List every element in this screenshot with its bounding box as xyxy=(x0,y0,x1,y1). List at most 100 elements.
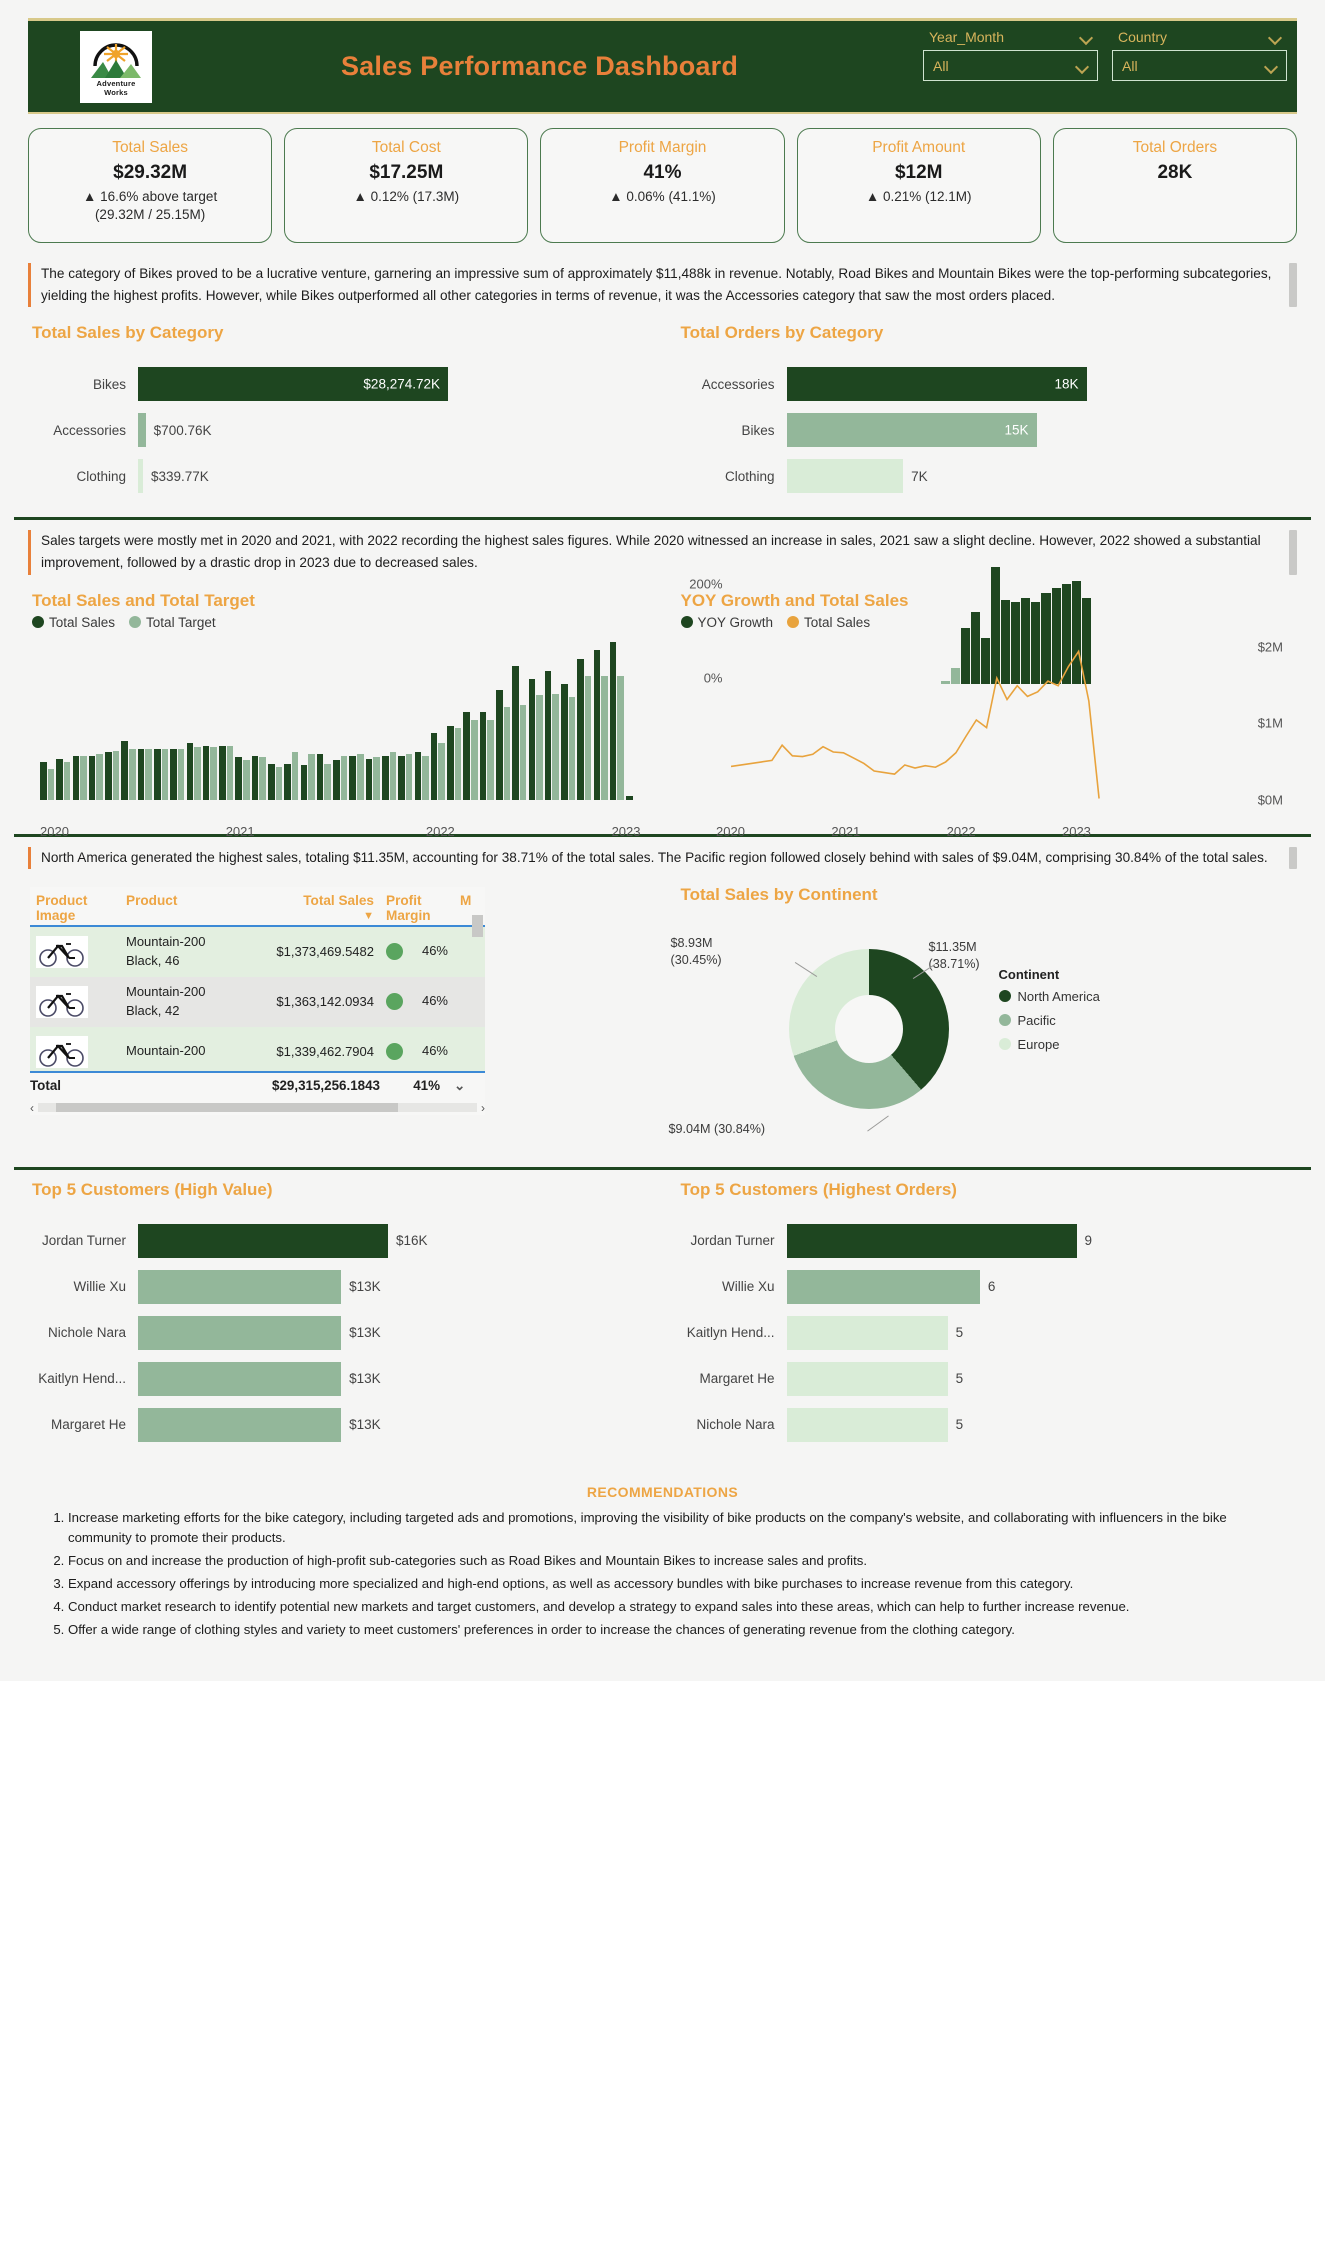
bar-row[interactable]: Accessories $700.76K xyxy=(30,407,647,453)
bar-group[interactable] xyxy=(170,642,185,800)
slicer-year-month[interactable]: Year_Month All xyxy=(923,27,1098,81)
legend-item[interactable]: Total Sales xyxy=(32,615,115,630)
bar-group[interactable] xyxy=(219,642,234,800)
kpi-card-profit-margin[interactable]: Profit Margin 41% ▲ 0.06% (41.1%) xyxy=(540,128,785,244)
bar-group[interactable] xyxy=(365,642,380,800)
bar-row[interactable]: Jordan Turner $16K xyxy=(30,1218,647,1264)
bar-group[interactable] xyxy=(251,642,266,800)
bar[interactable] xyxy=(138,1315,342,1350)
bar[interactable]: $28,274.72K xyxy=(138,367,448,402)
bar-group[interactable] xyxy=(349,642,364,800)
bar[interactable] xyxy=(786,1223,1077,1258)
slicer-year-month-dropdown[interactable]: All xyxy=(923,50,1098,81)
bar[interactable]: 18K xyxy=(786,367,1087,402)
bar-row[interactable]: Willie Xu 6 xyxy=(679,1264,1296,1310)
bar-group[interactable] xyxy=(186,642,201,800)
chevron-down-icon[interactable] xyxy=(1080,31,1092,43)
bar[interactable] xyxy=(786,1269,980,1304)
bar-row[interactable]: Margaret He 5 xyxy=(679,1356,1296,1402)
bar-group[interactable] xyxy=(430,642,445,800)
bar-row[interactable]: Nichole Nara $13K xyxy=(30,1310,647,1356)
column-header-product[interactable]: Product xyxy=(120,893,240,923)
bar[interactable] xyxy=(786,459,904,494)
bar-group[interactable] xyxy=(300,642,315,800)
bar[interactable] xyxy=(786,1407,948,1442)
bar-group[interactable] xyxy=(561,642,576,800)
kpi-card-total-cost[interactable]: Total Cost $17.25M ▲ 0.12% (17.3M) xyxy=(284,128,529,244)
bar-group[interactable] xyxy=(284,642,299,800)
kpi-card-total-sales[interactable]: Total Sales $29.32M ▲ 16.6% above target… xyxy=(28,128,273,244)
donut-legend-item[interactable]: North America xyxy=(998,989,1100,1004)
bar-group[interactable] xyxy=(447,642,462,800)
bar-row[interactable]: Jordan Turner 9 xyxy=(679,1218,1296,1264)
bar-row[interactable]: Bikes 15K xyxy=(679,407,1296,453)
bar-group[interactable] xyxy=(137,642,152,800)
bar[interactable] xyxy=(786,1315,948,1350)
bar-group[interactable] xyxy=(333,642,348,800)
bar-row[interactable]: Kaitlyn Hend... 5 xyxy=(679,1310,1296,1356)
bar-group[interactable] xyxy=(154,642,169,800)
bar-group[interactable] xyxy=(495,642,511,800)
bar-row[interactable]: Accessories 18K xyxy=(679,361,1296,407)
donut-legend-item[interactable]: Europe xyxy=(998,1037,1100,1052)
insight-scrollbar[interactable] xyxy=(1289,530,1297,575)
bar-group[interactable] xyxy=(88,642,104,800)
bar[interactable] xyxy=(138,1269,342,1304)
bar-group[interactable] xyxy=(121,642,136,800)
legend-item[interactable]: YOY Growth xyxy=(680,615,773,630)
column-header-total-sales[interactable]: Total Sales ▼ xyxy=(240,893,380,923)
bar-group[interactable] xyxy=(512,642,527,800)
bar-group[interactable] xyxy=(626,642,640,800)
bar-group[interactable] xyxy=(381,642,397,800)
bar-row[interactable]: Clothing $339.77K xyxy=(30,453,647,499)
column-header-profit-margin[interactable]: Profit Margin xyxy=(380,893,454,923)
scroll-track[interactable] xyxy=(38,1103,477,1113)
kpi-card-total-orders[interactable]: Total Orders 28K xyxy=(1052,128,1298,244)
bar-row[interactable]: Margaret He $13K xyxy=(30,1402,647,1448)
table-horizontal-scrollbar[interactable]: ‹ › xyxy=(30,1099,485,1115)
bar-group[interactable] xyxy=(235,642,250,800)
bar-row[interactable]: Kaitlyn Hend... $13K xyxy=(30,1356,647,1402)
bar[interactable] xyxy=(138,413,146,448)
bar[interactable] xyxy=(138,1361,342,1396)
bar[interactable] xyxy=(786,1361,948,1396)
bar-row[interactable]: Willie Xu $13K xyxy=(30,1264,647,1310)
table-row[interactable]: Mountain-200 $1,339,462.7904 46% xyxy=(30,1026,485,1071)
bar-group[interactable] xyxy=(593,642,608,800)
chevron-down-icon[interactable] xyxy=(1269,31,1281,43)
bar-group[interactable] xyxy=(609,641,625,800)
table-row[interactable]: Mountain-200 Black, 42 $1,363,142.0934 46% xyxy=(30,976,485,1027)
chevron-down-icon[interactable] xyxy=(1265,60,1277,72)
legend-item[interactable]: Total Target xyxy=(129,615,216,630)
bar-group[interactable] xyxy=(398,642,413,800)
kpi-card-profit-amount[interactable]: Profit Amount $12M ▲ 0.21% (12.1M) xyxy=(796,128,1041,244)
column-header-product-image[interactable]: Product Image xyxy=(30,893,120,923)
bar-group[interactable] xyxy=(105,642,120,800)
scroll-right-icon[interactable]: › xyxy=(481,1101,485,1115)
bar-group[interactable] xyxy=(56,642,71,800)
table-row[interactable]: Mountain-200 Black, 46 $1,373,469.5482 46% xyxy=(30,926,485,977)
bar-group[interactable] xyxy=(479,642,494,800)
bar-row[interactable]: Nichole Nara 5 xyxy=(679,1402,1296,1448)
bar[interactable] xyxy=(138,1223,388,1258)
slicer-country[interactable]: Country All xyxy=(1112,27,1287,81)
donut-legend-item[interactable]: Pacific xyxy=(998,1013,1100,1028)
bar-row[interactable]: Clothing 7K xyxy=(679,453,1296,499)
insight-scrollbar[interactable] xyxy=(1289,846,1297,869)
bar-group[interactable] xyxy=(268,642,283,800)
legend-item[interactable]: Total Sales xyxy=(787,615,870,630)
insight-scrollbar[interactable] xyxy=(1289,263,1297,308)
chevron-down-icon[interactable] xyxy=(1076,60,1088,72)
bar-group[interactable] xyxy=(528,642,543,800)
bar[interactable] xyxy=(138,459,143,494)
table-vertical-scrollbar[interactable] xyxy=(472,914,483,1081)
bar-group[interactable] xyxy=(202,642,218,800)
bar[interactable] xyxy=(138,1407,342,1442)
bar-row[interactable]: Bikes $28,274.72K xyxy=(30,361,647,407)
bar-group[interactable] xyxy=(72,642,87,800)
bar-group[interactable] xyxy=(463,642,478,800)
bar-group[interactable] xyxy=(544,642,559,800)
bar-group[interactable] xyxy=(40,642,55,800)
bar-group[interactable] xyxy=(577,642,592,800)
sort-descending-icon[interactable]: ▼ xyxy=(246,910,374,922)
